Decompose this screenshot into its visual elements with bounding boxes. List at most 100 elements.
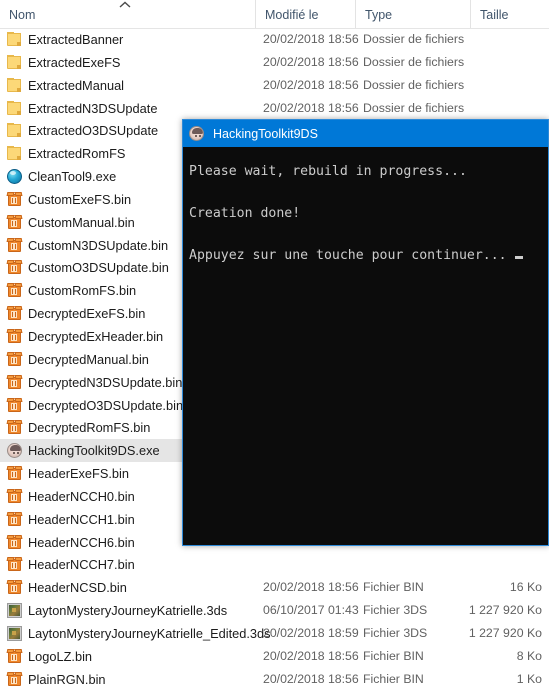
file-name: CustomRomFS.bin (28, 283, 137, 299)
3ds-file-icon (6, 602, 23, 619)
exe-sphere-icon (6, 168, 23, 185)
console-line: Please wait, rebuild in progress... (189, 164, 467, 179)
file-name: LaytonMysteryJourneyKatrielle.3ds (28, 603, 228, 619)
file-name: ExtractedExeFS (28, 54, 121, 70)
column-header-type[interactable]: Type (355, 0, 470, 28)
folder-icon (6, 31, 23, 48)
column-header-size[interactable]: Taille (470, 0, 549, 28)
console-titlebar[interactable]: HackingToolkit9DS (183, 120, 548, 147)
file-date: 20/02/2018 18:59 (263, 625, 359, 640)
file-date: 06/10/2017 01:43 (263, 603, 359, 618)
file-type: Dossier de fichiers (363, 32, 465, 46)
file-name: DecryptedManual.bin (28, 351, 149, 367)
table-row[interactable]: HeaderNCSD.bin 20/02/2018 18:56 Fichier BI… (0, 576, 549, 599)
file-name: CustomN3DSUpdate.bin (28, 237, 169, 253)
file-date: 20/02/2018 18:56 (263, 54, 359, 69)
table-row[interactable]: ExtractedN3DSUpdate 20/02/2018 18:56 Dossi… (0, 97, 549, 120)
bin-file-icon (6, 237, 23, 254)
bin-file-icon (6, 419, 23, 436)
file-type: Fichier BIN (363, 671, 424, 686)
bin-file-icon (6, 465, 23, 482)
console-line: Appuyez sur une touche pour continuer... (189, 245, 548, 266)
bin-file-icon (6, 556, 23, 573)
bin-file-icon (6, 488, 23, 505)
file-name: HeaderNCCH0.bin (28, 488, 135, 504)
table-row[interactable]: ExtractedManual 20/02/2018 18:56 Dossier d… (0, 74, 549, 97)
table-row[interactable]: ExtractedBanner 20/02/2018 18:56 Dossier d… (0, 28, 549, 51)
file-date: 20/02/2018 18:56 (263, 580, 359, 595)
file-name: CustomManual.bin (28, 214, 135, 230)
file-type: Fichier BIN (363, 580, 424, 595)
file-type: Dossier de fichiers (363, 77, 465, 92)
file-name: HackingToolkit9DS.exe (28, 443, 160, 459)
file-type: Dossier de fichiers (363, 100, 465, 115)
file-name: DecryptedN3DSUpdate.bin (28, 374, 183, 390)
console-window[interactable]: HackingToolkit9DS Please wait, rebuild i… (182, 119, 549, 546)
bin-file-icon (6, 397, 23, 414)
bin-file-icon (6, 351, 23, 368)
file-name: ExtractedO3DSUpdate (28, 123, 159, 139)
table-row[interactable]: LaytonMysteryJourneyKatrielle.3ds 06/10/2… (0, 599, 549, 622)
avatar-icon (188, 125, 205, 142)
block-cursor-icon (514, 256, 523, 259)
file-name: HeaderNCCH7.bin (28, 557, 135, 573)
file-name: CleanTool9.exe (28, 169, 117, 185)
table-row[interactable]: LaytonMysteryJourneyKatrielle_Edited.3ds… (0, 622, 549, 645)
file-name: HeaderExeFS.bin (28, 466, 130, 482)
bin-file-icon (6, 328, 23, 345)
folder-icon (6, 77, 23, 94)
file-date: 20/02/2018 18:56 (263, 671, 359, 686)
console-title: HackingToolkit9DS (213, 126, 318, 141)
bin-file-icon (6, 191, 23, 208)
bin-file-icon (6, 671, 23, 688)
file-size: 1 227 920 Ko (468, 603, 542, 618)
file-name: HeaderNCCH6.bin (28, 534, 135, 550)
file-name: ExtractedN3DSUpdate (28, 100, 158, 116)
bin-file-icon (6, 534, 23, 551)
file-name: CustomExeFS.bin (28, 191, 132, 207)
file-name: LogoLZ.bin (28, 648, 93, 664)
column-header-name[interactable]: Nom (0, 0, 255, 28)
file-name: ExtractedBanner (28, 32, 124, 47)
console-line: Creation done! (189, 206, 301, 221)
file-type: Fichier 3DS (363, 625, 428, 640)
file-type: Fichier BIN (363, 648, 424, 663)
folder-icon (6, 145, 23, 162)
file-name: LaytonMysteryJourneyKatrielle_Edited.3ds (28, 625, 271, 641)
column-header-row: Nom Modifié le Type Taille (0, 0, 549, 29)
table-row[interactable]: PlainRGN.bin 20/02/2018 18:56 Fichier BIN 1… (0, 668, 549, 691)
file-size: 8 Ko (516, 648, 542, 663)
file-size: 1 Ko (516, 671, 542, 686)
file-name: ExtractedRomFS (28, 146, 126, 162)
3ds-file-icon (6, 625, 23, 642)
file-name: PlainRGN.bin (28, 671, 106, 687)
file-name: DecryptedRomFS.bin (28, 420, 151, 436)
file-date: 20/02/2018 18:56 (263, 100, 359, 115)
file-name: CustomO3DSUpdate.bin (28, 260, 169, 276)
bin-file-icon (6, 305, 23, 322)
bin-file-icon (6, 579, 23, 596)
file-name: DecryptedExeFS.bin (28, 306, 146, 322)
file-name: DecryptedExHeader.bin (28, 328, 164, 344)
file-size: 1 227 920 Ko (468, 625, 542, 640)
bin-file-icon (6, 374, 23, 391)
file-type: Fichier 3DS (363, 603, 428, 618)
file-date: 20/02/2018 18:56 (263, 77, 359, 92)
file-name: HeaderNCSD.bin (28, 580, 127, 596)
bin-file-icon (6, 214, 23, 231)
bin-file-icon (6, 511, 23, 528)
table-row[interactable]: ExtractedExeFS 20/02/2018 18:56 Dossier de… (0, 51, 549, 74)
bin-file-icon (6, 259, 23, 276)
folder-icon (6, 122, 23, 139)
table-row[interactable]: HeaderNCCH7.bin (0, 553, 549, 576)
file-name: ExtractedManual (28, 77, 125, 93)
exe-avatar-icon (6, 442, 23, 459)
file-type: Dossier de fichiers (363, 54, 465, 69)
file-date: 20/02/2018 18:56 (263, 648, 359, 663)
column-header-date[interactable]: Modifié le (255, 0, 355, 28)
bin-file-icon (6, 648, 23, 665)
table-row[interactable]: LogoLZ.bin 20/02/2018 18:56 Fichier BIN 8 K… (0, 645, 549, 668)
console-output: Please wait, rebuild in progress... Crea… (183, 147, 548, 545)
